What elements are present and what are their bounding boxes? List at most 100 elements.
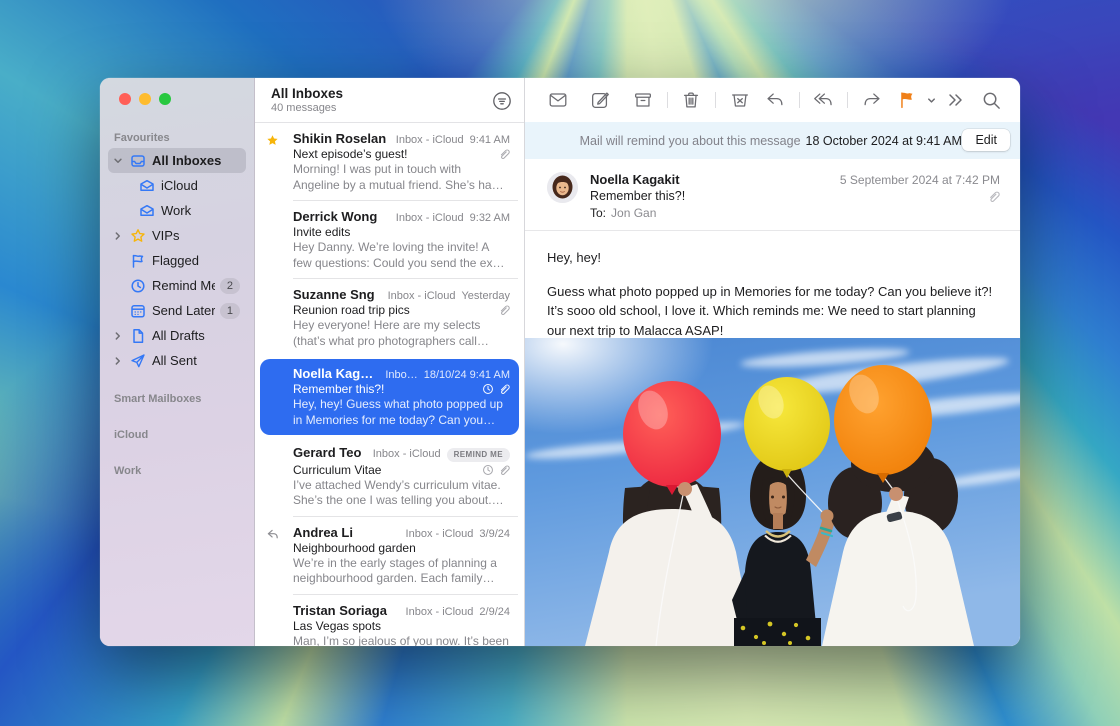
- document-icon: [129, 328, 147, 344]
- mailbox-label: Inbox - iCloud: [396, 212, 464, 224]
- filter-icon[interactable]: [492, 91, 512, 111]
- zoom-window-button[interactable]: [159, 93, 171, 105]
- message-count: 40 messages: [271, 102, 343, 114]
- subject: Invite edits: [293, 225, 510, 239]
- sender: Tristan Soriaga: [293, 603, 400, 618]
- recipient-name: Jon Gan: [611, 206, 656, 220]
- sidebar-item-label: VIPs: [152, 228, 240, 243]
- reminder-banner-datetime: 18 October 2024 at 9:41 AM.: [806, 134, 966, 148]
- flag-chevron-icon[interactable]: [922, 95, 941, 106]
- to-label: To:: [590, 206, 606, 220]
- archive-icon[interactable]: [628, 89, 658, 111]
- sidebar-item-icloud-inbox[interactable]: iCloud: [108, 173, 246, 198]
- chevron-down-icon[interactable]: [112, 156, 124, 166]
- desktop-wallpaper: Favourites All Inboxes iCloud: [0, 0, 1120, 726]
- sidebar-item-label: All Inboxes: [152, 153, 240, 168]
- message-row[interactable]: Derrick Wong Inbox - iCloud 9:32 AM Invite…: [255, 201, 524, 279]
- mailbox-label: Inbox - iCloud: [373, 448, 441, 460]
- icloud-section-label[interactable]: iCloud: [100, 423, 254, 445]
- sidebar-item-label: Remind Me: [152, 278, 215, 293]
- reminder-banner-text: Mail will remind you about this message: [580, 134, 801, 148]
- mail-window: Favourites All Inboxes iCloud: [100, 78, 1020, 646]
- message-row[interactable]: Tristan SoriagaInbox - iCloud2/9/24 Las …: [255, 595, 524, 647]
- paper-plane-icon: [129, 353, 147, 369]
- clock-icon: [129, 278, 147, 294]
- chevron-right-icon[interactable]: [112, 231, 124, 241]
- remind-me-count-badge: 2: [220, 278, 240, 294]
- paperclip-icon: [987, 190, 1000, 203]
- mailbox-label: Inbox - iCloud: [406, 528, 474, 540]
- time: Yesterday: [461, 290, 510, 302]
- sidebar-item-work-inbox[interactable]: Work: [108, 198, 246, 223]
- search-icon[interactable]: [977, 90, 1006, 111]
- vip-star-icon: [266, 134, 279, 147]
- mailbox-label: Inbox - iCloud: [388, 290, 456, 302]
- trash-icon[interactable]: [676, 89, 706, 111]
- sender: Derrick Wong: [293, 209, 390, 224]
- photo-attachment[interactable]: [525, 338, 1020, 646]
- sidebar-item-label: All Drafts: [152, 328, 240, 343]
- reply-icon[interactable]: [760, 89, 790, 111]
- message-list: All Inboxes 40 messages Shikin RoselanIn…: [255, 78, 525, 646]
- flag-icon[interactable]: [892, 89, 922, 111]
- compose-icon[interactable]: [585, 89, 615, 111]
- subject: Next episode’s guest!: [293, 147, 494, 161]
- junk-icon[interactable]: [725, 89, 755, 111]
- message-row[interactable]: Andrea LiInbox - iCloud3/9/24 Neighbourh…: [255, 517, 524, 595]
- envelope-icon: [138, 203, 156, 219]
- preview: Hey, hey! Guess what photo popped up in …: [293, 397, 510, 428]
- preview: We’re in the early stages of planning a …: [293, 556, 510, 587]
- sidebar-item-send-later[interactable]: Send Later 1: [108, 298, 246, 323]
- mailbox-label: Inbox - iCloud: [406, 606, 474, 618]
- sidebar-item-vips[interactable]: VIPs: [108, 223, 246, 248]
- message-row[interactable]: Shikin RoselanInbox - iCloud9:41 AM Next…: [255, 123, 524, 201]
- close-window-button[interactable]: [119, 93, 131, 105]
- message-row[interactable]: Gerard TeoInbox - iCloudREMIND ME Curric…: [255, 437, 524, 517]
- message-row[interactable]: Suzanne SngInbox - iCloudYesterday Reuni…: [255, 279, 524, 357]
- inbox-tray-icon: [129, 153, 147, 169]
- chevron-right-icon[interactable]: [112, 356, 124, 366]
- star-icon: [129, 228, 147, 244]
- toolbar: [525, 78, 1020, 122]
- message-row-selected[interactable]: Noella KagakitInbo…18/10/24 9:41 AM Reme…: [260, 359, 519, 435]
- sidebar-item-all-drafts[interactable]: All Drafts: [108, 323, 246, 348]
- paperclip-icon: [498, 148, 510, 160]
- chevron-right-icon[interactable]: [112, 331, 124, 341]
- edit-reminder-button[interactable]: Edit: [962, 129, 1010, 151]
- mailbox-label: Inbo…: [385, 369, 417, 381]
- time: 18/10/24 9:41 AM: [424, 369, 510, 381]
- preview: Hey Danny. We’re loving the invite! A fe…: [293, 240, 510, 271]
- time: 3/9/24: [479, 528, 510, 540]
- message-list-header: All Inboxes 40 messages: [255, 78, 524, 123]
- body-greeting: Hey, hey!: [547, 248, 996, 268]
- sidebar-item-flagged[interactable]: Flagged: [108, 248, 246, 273]
- smart-mailboxes-section-label[interactable]: Smart Mailboxes: [100, 387, 254, 409]
- avatar: [547, 172, 578, 203]
- work-section-label[interactable]: Work: [100, 459, 254, 481]
- sidebar-item-label: Work: [161, 203, 240, 218]
- sidebar-item-all-sent[interactable]: All Sent: [108, 348, 246, 373]
- time: 9:32 AM: [470, 212, 510, 224]
- mailbox-title: All Inboxes: [271, 85, 343, 102]
- reminder-banner: Mail will remind you about this message …: [525, 122, 1020, 159]
- preview: Morning! I was put in touch with Angelin…: [293, 162, 510, 193]
- sidebar-item-remind-me[interactable]: Remind Me 2: [108, 273, 246, 298]
- reply-all-icon[interactable]: [808, 89, 838, 111]
- unread-envelope-icon[interactable]: [543, 89, 573, 111]
- reminder-clock-icon: [482, 383, 494, 395]
- reading-pane: Mail will remind you about this message …: [525, 78, 1020, 646]
- subject: Reunion road trip pics: [293, 303, 494, 317]
- message-subject: Remember this?!: [590, 189, 987, 203]
- window-controls: [119, 93, 171, 105]
- minimize-window-button[interactable]: [139, 93, 151, 105]
- flag-icon: [129, 253, 147, 269]
- forward-icon[interactable]: [857, 89, 887, 111]
- sidebar-item-all-inboxes[interactable]: All Inboxes: [108, 148, 246, 173]
- calendar-icon: [129, 303, 147, 319]
- overflow-icon[interactable]: [941, 90, 969, 110]
- envelope-icon: [138, 178, 156, 194]
- message-sender-name: Noella Kagakit: [590, 172, 840, 187]
- sidebar: Favourites All Inboxes iCloud: [100, 78, 255, 646]
- subject: Remember this?!: [293, 382, 478, 396]
- mailbox-label: Inbox - iCloud: [396, 134, 464, 146]
